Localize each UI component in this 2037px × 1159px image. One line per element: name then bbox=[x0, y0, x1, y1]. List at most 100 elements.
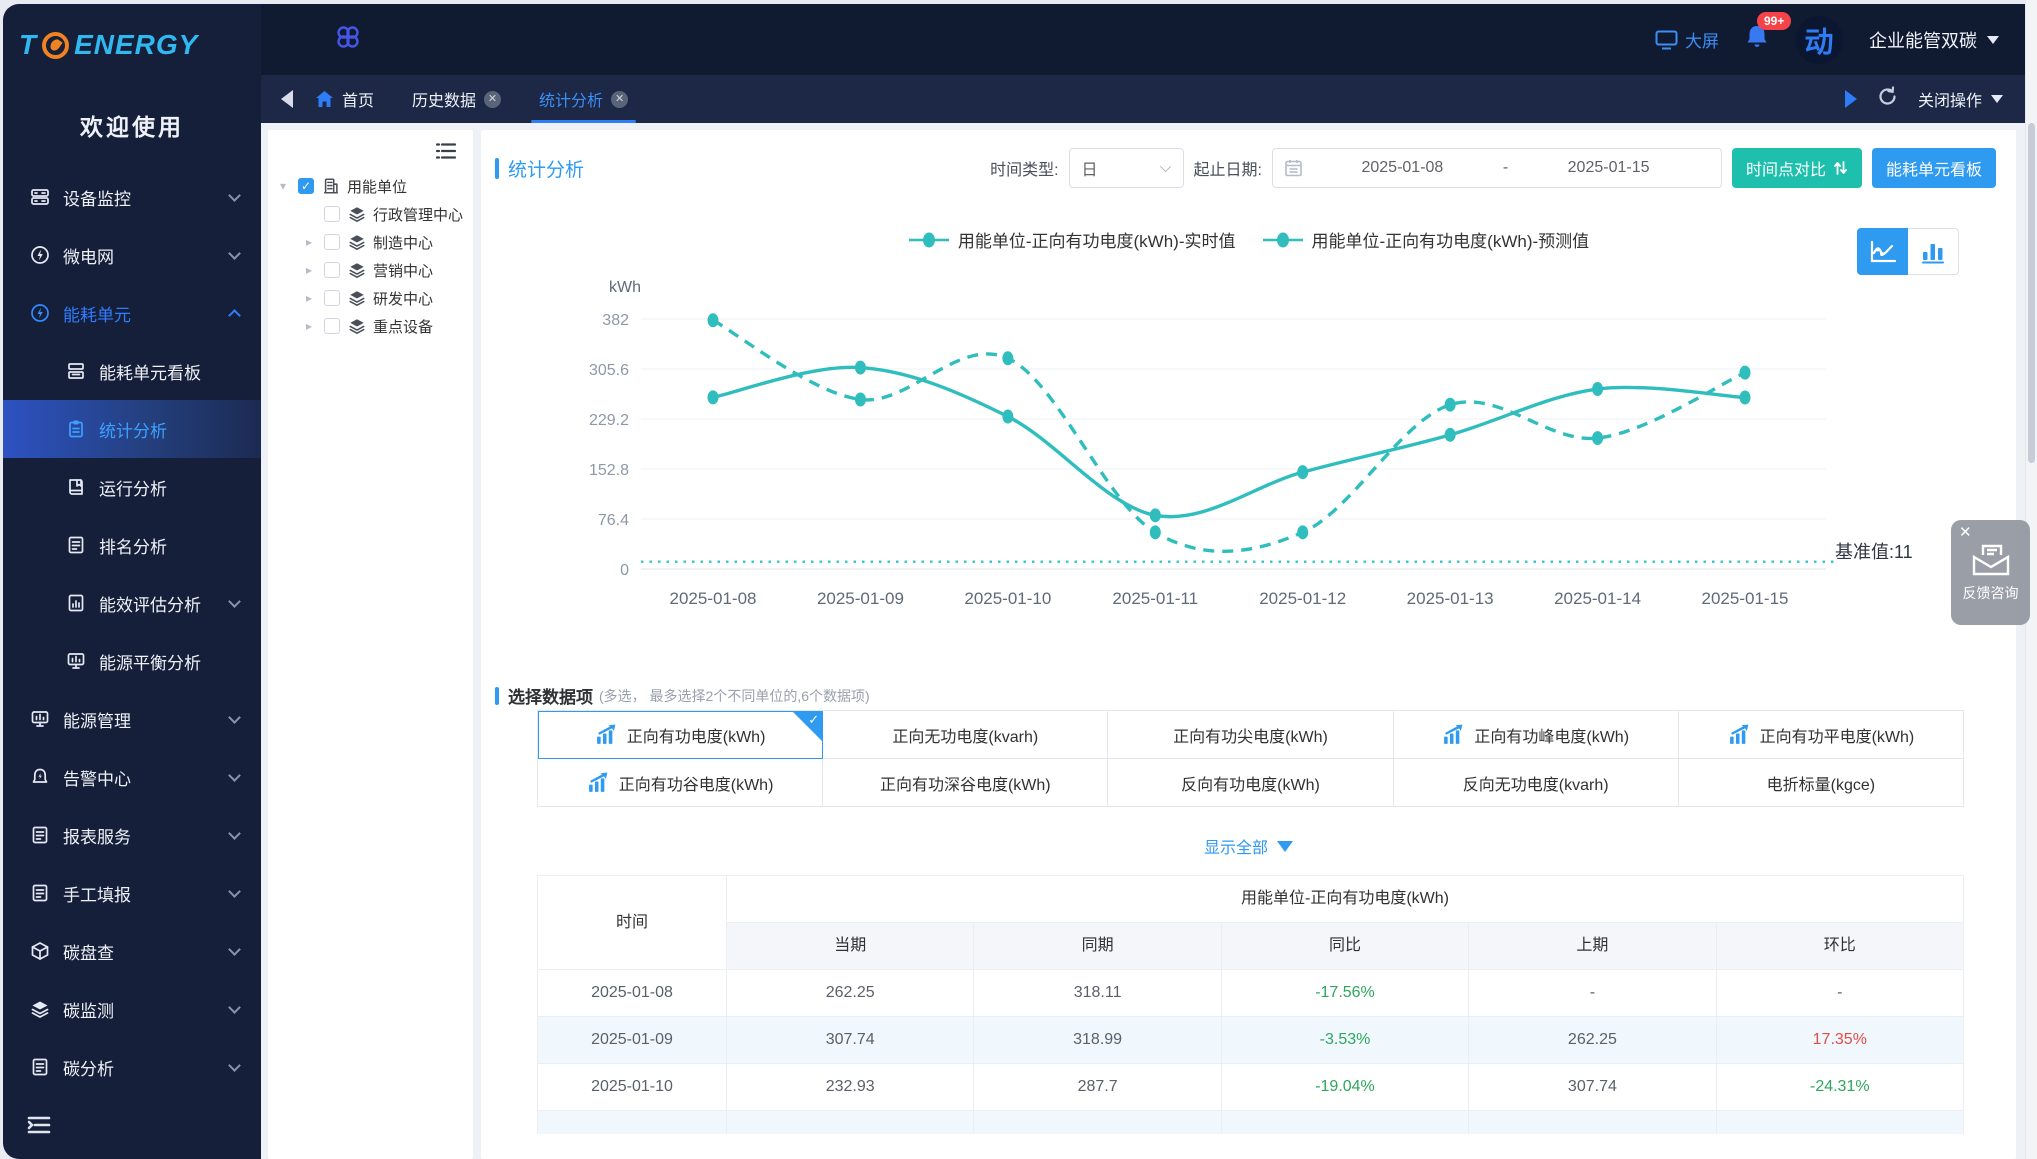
svg-text:229.2: 229.2 bbox=[589, 412, 629, 429]
tree-checkbox[interactable] bbox=[324, 290, 340, 306]
table-row-3-cell-4 bbox=[1716, 1111, 1964, 1134]
time-type-select[interactable]: 日 bbox=[1068, 148, 1184, 188]
svg-text:305.6: 305.6 bbox=[589, 362, 629, 379]
tree-checkbox[interactable]: ✓ bbox=[298, 178, 314, 194]
layers-icon bbox=[30, 999, 50, 1019]
tab-close-icon[interactable]: ✕ bbox=[611, 90, 629, 108]
mail-icon bbox=[1972, 544, 2009, 575]
close-operations-dropdown[interactable]: 关闭操作 bbox=[1918, 87, 2003, 111]
date-end-value[interactable]: 2025-01-15 bbox=[1508, 159, 1709, 177]
data-item-0[interactable]: 正向有功电度(kWh) ✓ bbox=[538, 711, 824, 759]
tabs-scroll-left-icon[interactable] bbox=[281, 90, 293, 108]
tree-checkbox[interactable] bbox=[324, 234, 340, 250]
legend-item-0[interactable]: 用能单位-正向有功电度(kWh)-实时值 bbox=[908, 227, 1236, 252]
tree-caret-icon[interactable]: ▸ bbox=[302, 263, 316, 277]
table-row-0-cell-1: 318.11 bbox=[974, 970, 1222, 1017]
tree-node-2[interactable]: ▸ 制造中心 bbox=[268, 228, 473, 256]
show-all-link[interactable]: 显示全部 bbox=[481, 834, 2016, 858]
data-item-9[interactable]: 电折标量(kgce) bbox=[1678, 759, 1964, 807]
sidebar-item-8[interactable]: 能源平衡分析 bbox=[3, 632, 261, 690]
tab-1[interactable]: 历史数据 ✕ bbox=[404, 75, 509, 123]
chevron-down-icon bbox=[228, 595, 241, 608]
legend-item-1[interactable]: 用能单位-正向有功电度(kWh)-预测值 bbox=[1262, 227, 1589, 252]
sidebar-item-1[interactable]: 微电网 bbox=[3, 226, 261, 284]
date-start-value[interactable]: 2025-01-08 bbox=[1302, 159, 1503, 177]
tree-node-5[interactable]: ▸ 重点设备 bbox=[268, 312, 473, 340]
svg-text:76.4: 76.4 bbox=[598, 512, 629, 529]
data-item-3[interactable]: 正向有功峰电度(kWh) bbox=[1393, 711, 1679, 759]
tab-2[interactable]: 统计分析 ✕ bbox=[531, 75, 637, 123]
user-avatar[interactable]: 动 bbox=[1795, 15, 1843, 64]
energy-line-chart[interactable]: 382 305.6 229.2 152.8 76.4 0 kWh 2025-01-08 2025… bbox=[541, 270, 1951, 640]
energy-unit-board-button[interactable]: 能耗单元看板 bbox=[1871, 148, 1996, 188]
sidebar-item-0[interactable]: 设备监控 bbox=[3, 168, 261, 226]
sidebar-item-12[interactable]: 手工填报 bbox=[3, 864, 261, 922]
data-item-2[interactable]: 正向有功尖电度(kWh) bbox=[1108, 711, 1394, 759]
org-switcher[interactable]: 企业能管双碳 bbox=[1869, 27, 1999, 53]
data-item-8[interactable]: 反向无功电度(kvarh) bbox=[1393, 759, 1679, 807]
feedback-widget[interactable]: ✕ 反馈咨询 bbox=[1951, 520, 2030, 625]
data-item-4[interactable]: 正向有功平电度(kWh) bbox=[1678, 711, 1964, 759]
book-icon bbox=[66, 477, 86, 497]
data-item-7[interactable]: 反向有功电度(kWh) bbox=[1108, 759, 1394, 807]
apps-clover-icon[interactable] bbox=[335, 24, 361, 55]
sidebar-collapse-icon[interactable] bbox=[27, 1114, 51, 1141]
notifications-bell-icon[interactable]: 99+ bbox=[1745, 12, 1792, 55]
sidebar-item-6[interactable]: 排名分析 bbox=[3, 516, 261, 574]
tree-node-4[interactable]: ▸ 研发中心 bbox=[268, 284, 473, 312]
tabs-scroll-right-icon[interactable] bbox=[1844, 90, 1857, 108]
sidebar-item-label: 能耗单元 bbox=[63, 305, 131, 325]
welcome-text: 欢迎使用 bbox=[80, 114, 184, 140]
tree-node-label: 营销中心 bbox=[373, 262, 434, 280]
sidebar-item-4[interactable]: 统计分析 bbox=[3, 400, 261, 458]
statistics-panel: 统计分析 时间类型: 日 起止日期: 2025-01-08 - 2025-01-… bbox=[481, 130, 2016, 1159]
tab-close-icon[interactable]: ✕ bbox=[484, 90, 502, 108]
tree-checkbox[interactable] bbox=[324, 318, 340, 334]
refresh-icon[interactable] bbox=[1877, 86, 1898, 112]
check-icon: ✓ bbox=[808, 712, 820, 727]
svg-text:2025-01-12: 2025-01-12 bbox=[1259, 589, 1346, 608]
sidebar-item-5[interactable]: 运行分析 bbox=[3, 458, 261, 516]
tree-node-3[interactable]: ▸ 营销中心 bbox=[268, 256, 473, 284]
bar-chart-toggle-button[interactable] bbox=[1908, 228, 1959, 275]
data-item-6[interactable]: 正向有功深谷电度(kWh) bbox=[823, 759, 1109, 807]
app-logo: T ENERGY bbox=[3, 4, 261, 70]
sidebar-item-10[interactable]: 告警中心 bbox=[3, 748, 261, 806]
scrollbar-thumb[interactable] bbox=[2028, 123, 2035, 463]
date-range-input[interactable]: 2025-01-08 - 2025-01-15 bbox=[1271, 148, 1722, 188]
sidebar-item-9[interactable]: 能源管理 bbox=[3, 690, 261, 748]
time-point-compare-button[interactable]: 时间点对比 bbox=[1731, 148, 1862, 188]
tree-node-1[interactable]: 行政管理中心 bbox=[268, 200, 473, 228]
monitor-chart-icon bbox=[30, 709, 50, 729]
data-item-5[interactable]: 正向有功谷电度(kWh) bbox=[538, 759, 824, 807]
doc-chart-icon bbox=[66, 593, 86, 613]
line-chart-toggle-button[interactable] bbox=[1857, 228, 1908, 275]
tree-fold-icon[interactable] bbox=[435, 142, 457, 165]
sidebar-item-3[interactable]: 能耗单元看板 bbox=[3, 342, 261, 400]
tree-caret-icon[interactable]: ▸ bbox=[302, 291, 316, 305]
chevron-down-icon bbox=[228, 885, 241, 898]
feedback-close-icon[interactable]: ✕ bbox=[1959, 523, 1972, 541]
sidebar-item-15[interactable]: 碳分析 bbox=[3, 1038, 261, 1096]
time-type-value: 日 bbox=[1081, 162, 1098, 179]
tree-checkbox[interactable] bbox=[324, 206, 340, 222]
device-monitor-icon bbox=[30, 187, 50, 207]
big-screen-button[interactable]: 大屏 bbox=[1655, 27, 1719, 52]
tree-caret-icon[interactable]: ▸ bbox=[302, 235, 316, 249]
sidebar-item-11[interactable]: 报表服务 bbox=[3, 806, 261, 864]
tree-caret-icon[interactable]: ▾ bbox=[276, 179, 290, 193]
sidebar-item-13[interactable]: 碳盘查 bbox=[3, 922, 261, 980]
sidebar-item-label: 碳盘查 bbox=[63, 943, 114, 963]
sidebar-item-14[interactable]: 碳监测 bbox=[3, 980, 261, 1038]
tree-node-0[interactable]: ▾ ✓ 用能单位 bbox=[268, 172, 473, 200]
sidebar-item-7[interactable]: 能效评估分析 bbox=[3, 574, 261, 632]
tab-0[interactable]: 首页 bbox=[307, 75, 382, 123]
compare-button-label: 时间点对比 bbox=[1745, 162, 1826, 179]
doc-icon bbox=[30, 825, 50, 845]
svg-text:基准值:11: 基准值:11 bbox=[1835, 542, 1913, 562]
data-item-1[interactable]: 正向无功电度(kvarh) bbox=[823, 711, 1109, 759]
data-items-note: (多选， 最多选择2个不同单位的,6个数据项) bbox=[599, 687, 870, 704]
tree-caret-icon[interactable]: ▸ bbox=[302, 319, 316, 333]
tree-checkbox[interactable] bbox=[324, 262, 340, 278]
sidebar-item-2[interactable]: 能耗单元 bbox=[3, 284, 261, 342]
